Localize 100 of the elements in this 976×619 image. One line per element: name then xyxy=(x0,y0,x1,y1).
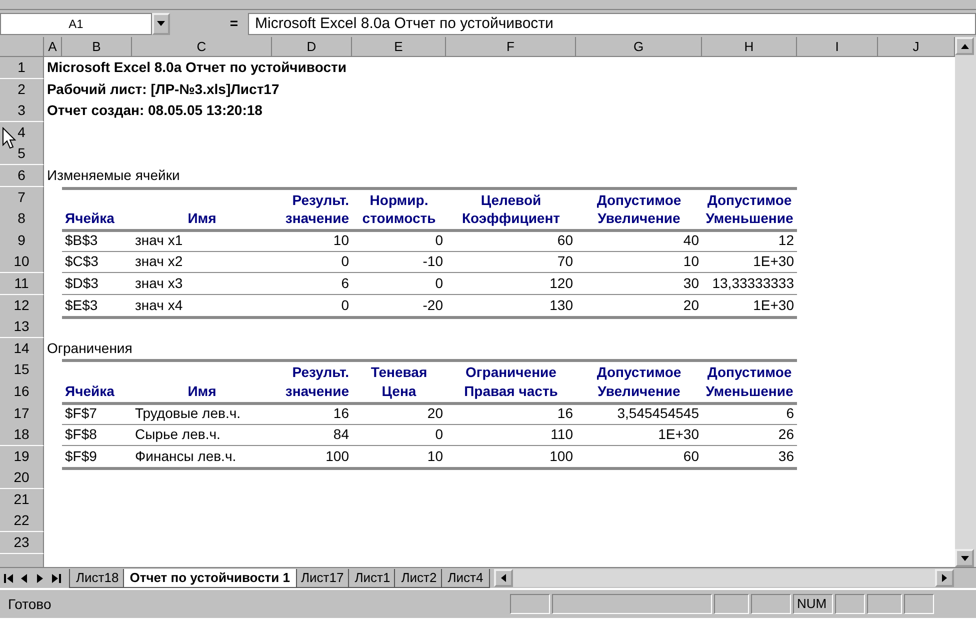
row-header[interactable]: 22 xyxy=(0,510,44,532)
column-header: Теневая xyxy=(352,359,446,384)
table-cell: 100 xyxy=(446,446,576,470)
row-header[interactable]: 2 xyxy=(0,78,44,101)
column-header[interactable]: D xyxy=(272,37,352,57)
column-header[interactable]: C xyxy=(132,37,272,57)
scroll-down-button[interactable] xyxy=(955,549,974,567)
sheet-tab[interactable]: Лист4 xyxy=(440,568,490,588)
equals-sign: = xyxy=(228,14,239,33)
column-header: Ячейка xyxy=(62,208,132,232)
table-cell: 16 xyxy=(272,402,352,424)
table-cell: $D$3 xyxy=(62,272,132,295)
table-cell: 6 xyxy=(272,272,352,295)
report-title-line: Microsoft Excel 8.0a Отчет по устойчивости xyxy=(46,58,348,77)
column-header[interactable]: A xyxy=(44,37,62,57)
table-cell: 26 xyxy=(702,424,797,446)
table-cell: 70 xyxy=(446,251,576,274)
row-header[interactable]: 3 xyxy=(0,100,44,122)
row-header[interactable]: 13 xyxy=(0,316,44,338)
column-header: Уменьшение xyxy=(702,208,797,232)
row-header[interactable]: 17 xyxy=(0,402,44,424)
left-arrow-icon xyxy=(501,574,506,582)
mouse-pointer-icon xyxy=(2,127,16,149)
name-box[interactable]: A1 xyxy=(0,12,152,34)
row-header[interactable]: 9 xyxy=(0,230,44,252)
table-cell: Финансы лев.ч. xyxy=(132,446,272,470)
table-cell: 110 xyxy=(446,424,576,446)
column-header: Допустимое xyxy=(576,186,702,211)
column-header: Имя xyxy=(132,380,272,405)
row-header[interactable]: 11 xyxy=(0,272,44,295)
table-cell: 0 xyxy=(272,251,352,274)
table-cell: Сырье лев.ч. xyxy=(132,424,272,446)
table-cell: 30 xyxy=(576,272,702,295)
column-header[interactable]: G xyxy=(576,37,702,57)
section-title: Ограничения xyxy=(46,338,134,358)
table-cell: 13,33333333 xyxy=(702,272,797,295)
sheet-tab[interactable]: Лист18 xyxy=(69,568,126,588)
table-cell: $E$3 xyxy=(62,294,132,319)
table-cell: $C$3 xyxy=(62,251,132,274)
column-header: Нормир. xyxy=(352,186,446,211)
column-header: значение xyxy=(272,208,352,232)
column-header[interactable]: E xyxy=(352,37,446,57)
dropdown-button[interactable] xyxy=(152,12,170,34)
table-cell: 10 xyxy=(576,251,702,274)
column-header: значение xyxy=(272,380,352,405)
column-header: Коэффициент xyxy=(446,208,576,232)
column-header: Допустимое xyxy=(702,359,797,384)
table-cell: знач x3 xyxy=(132,272,272,295)
table-cell: 1E+30 xyxy=(702,251,797,274)
right-arrow-icon xyxy=(942,574,947,582)
column-header: стоимость xyxy=(352,208,446,232)
up-arrow-icon xyxy=(960,44,968,48)
column-header: Ограничение xyxy=(446,359,576,384)
row-header[interactable]: 23 xyxy=(0,532,44,554)
table-cell: $B$3 xyxy=(62,230,132,252)
table-cell: 100 xyxy=(272,446,352,470)
column-header[interactable]: B xyxy=(62,37,132,57)
column-header: Результ. xyxy=(272,186,352,211)
horizontal-scrollbar[interactable] xyxy=(494,569,954,587)
column-header[interactable]: F xyxy=(446,37,576,57)
row-header[interactable]: 5 xyxy=(0,143,44,166)
row-header[interactable]: 20 xyxy=(0,467,44,490)
row-header[interactable]: 10 xyxy=(0,251,44,274)
table-cell: 6 xyxy=(702,402,797,424)
column-header[interactable]: J xyxy=(878,37,955,57)
row-header[interactable]: 1 xyxy=(0,57,44,79)
scroll-up-button[interactable] xyxy=(955,37,974,55)
table-cell: 20 xyxy=(576,294,702,319)
table-cell: 130 xyxy=(446,294,576,319)
row-header[interactable]: 21 xyxy=(0,488,44,511)
formula-field[interactable]: Microsoft Excel 8.0a Отчет по устойчивости xyxy=(248,12,976,34)
column-header: Уменьшение xyxy=(702,380,797,405)
table-cell: 120 xyxy=(446,272,576,295)
scroll-left-button[interactable] xyxy=(494,569,514,587)
column-header: Допустимое xyxy=(702,186,797,211)
column-header[interactable]: I xyxy=(797,37,878,57)
table-cell: 36 xyxy=(702,446,797,470)
column-header: Цена xyxy=(352,380,446,405)
row-header[interactable]: 8 xyxy=(0,208,44,232)
row-header[interactable]: 18 xyxy=(0,424,44,446)
row-header[interactable]: 15 xyxy=(0,359,44,384)
sheet-tab[interactable]: Лист2 xyxy=(394,568,444,588)
row-header[interactable]: 14 xyxy=(0,338,44,360)
table-cell: 0 xyxy=(352,230,446,252)
table-cell: 16 xyxy=(446,402,576,424)
table-cell: -20 xyxy=(352,294,446,319)
scroll-right-button[interactable] xyxy=(935,569,954,587)
column-header[interactable]: H xyxy=(702,37,797,57)
row-header[interactable]: 6 xyxy=(0,164,44,187)
table-cell: знач x4 xyxy=(132,294,272,319)
table-cell: $F$7 xyxy=(62,402,132,424)
table-cell: знач x1 xyxy=(132,230,272,252)
sheet-tab[interactable]: Отчет по устойчивости 1 xyxy=(122,568,298,588)
table-cell: 84 xyxy=(272,424,352,446)
table-cell: 20 xyxy=(352,402,446,424)
column-header: Допустимое xyxy=(576,359,702,384)
report-title-line: Рабочий лист: [ЛР-№3.xls]Лист17 xyxy=(46,80,280,99)
table-cell: 40 xyxy=(576,230,702,252)
vertical-scrollbar[interactable] xyxy=(955,37,976,567)
row-header[interactable]: 16 xyxy=(0,380,44,405)
